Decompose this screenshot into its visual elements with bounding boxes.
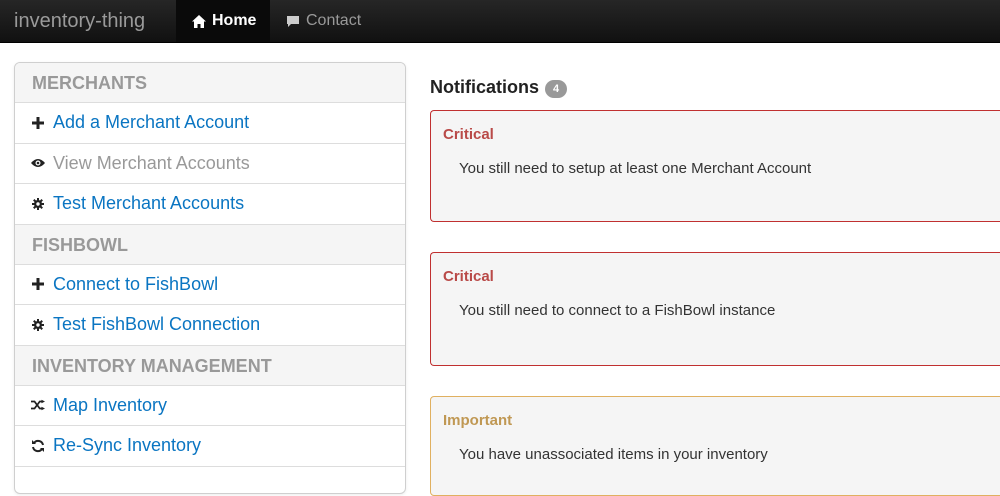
alert-level: Critical [443, 126, 494, 143]
sidebar-item-connect-fishbowl[interactable]: Connect to FishBowl [15, 264, 405, 305]
sidebar-item-label: Add a Merchant Account [53, 112, 250, 133]
brand-link[interactable]: inventory-thing [14, 0, 145, 42]
plus-icon [31, 116, 45, 129]
sidebar-item-resync-inventory[interactable]: Re-Sync Inventory [15, 426, 405, 467]
random-icon [31, 399, 45, 411]
sidebar-item-label: Test Merchant Accounts [53, 193, 245, 214]
alert-message: You still need to connect to a FishBowl … [459, 302, 776, 319]
top-navbar: inventory-thing Home Contact [0, 0, 1000, 43]
notification-count-badge: 4 [545, 79, 568, 98]
sidebar-item-label: Test FishBowl Connection [53, 314, 261, 335]
sidebar-item-view-merchant[interactable]: View Merchant Accounts [15, 143, 405, 184]
section-header-inventory: INVENTORY MANAGEMENT [15, 345, 405, 386]
section-header-merchants: MERCHANTS [15, 63, 405, 103]
alert-critical: Critical You still need to connect to a … [430, 252, 1000, 366]
alert-level: Critical [443, 268, 494, 285]
alert-message: You have unassociated items in your inve… [459, 446, 768, 463]
nav-contact[interactable]: Contact [270, 0, 377, 42]
eye-icon [31, 158, 45, 168]
sidebar-item-test-merchant[interactable]: Test Merchant Accounts [15, 184, 405, 225]
main-content: Notifications 4 Critical You still need … [430, 62, 1000, 496]
sidebar-item-label: Map Inventory [53, 394, 168, 415]
sidebar-nav: MERCHANTS Add a Merchant Account View Me… [14, 62, 406, 494]
nav-home[interactable]: Home [176, 0, 270, 42]
plus-icon [31, 278, 45, 291]
sidebar-item-test-fishbowl[interactable]: Test FishBowl Connection [15, 305, 405, 346]
nav-home-label: Home [212, 12, 257, 29]
comment-icon [286, 15, 300, 28]
alert-message: You still need to setup at least one Mer… [459, 160, 812, 177]
sidebar-item-label: View Merchant Accounts [53, 152, 250, 173]
sidebar-item-add-merchant[interactable]: Add a Merchant Account [15, 103, 405, 144]
section-header-fishbowl: FISHBOWL [15, 224, 405, 265]
sidebar-item-label: Connect to FishBowl [53, 273, 219, 294]
cog-icon [31, 197, 45, 210]
alert-critical: Critical You still need to setup at leas… [430, 110, 1000, 222]
page-title: Notifications [430, 76, 540, 97]
cog-icon [31, 318, 45, 331]
refresh-icon [31, 439, 45, 453]
home-icon [192, 14, 206, 28]
alert-level: Important [443, 412, 513, 429]
sidebar-item-map-inventory[interactable]: Map Inventory [15, 385, 405, 426]
alert-important: Important You have unassociated items in… [430, 396, 1000, 496]
nav-contact-label: Contact [306, 12, 362, 29]
sidebar-item-label: Re-Sync Inventory [53, 435, 202, 456]
notifications-header: Notifications 4 [430, 62, 1000, 112]
